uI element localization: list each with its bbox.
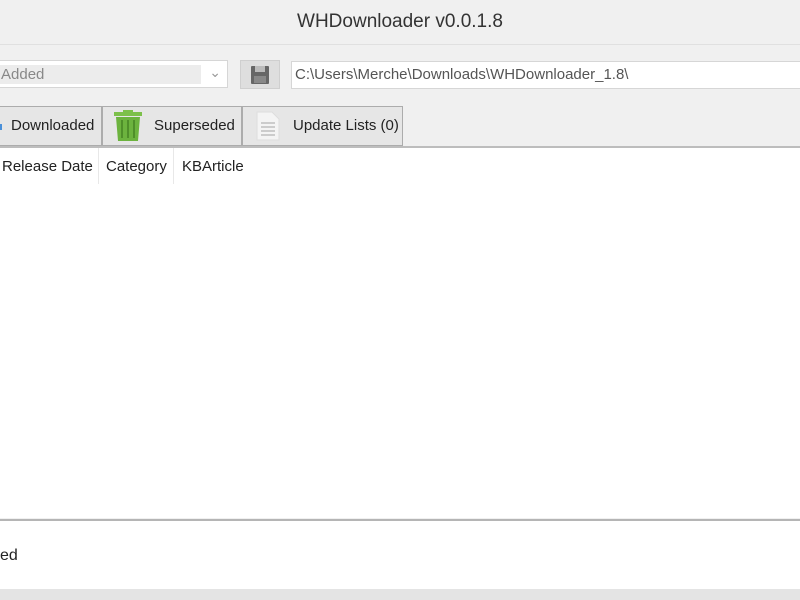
filter-value: Added (0, 65, 201, 84)
trash-icon (114, 110, 142, 141)
filter-dropdown[interactable]: Added ⌄ (0, 60, 228, 88)
window-title: WHDownloader v0.0.1.8 (0, 0, 800, 45)
document-icon (256, 111, 280, 141)
tab-update-lists[interactable]: Update Lists (0) (242, 106, 403, 146)
floppy-disk-icon (251, 66, 269, 84)
tab-label: Update Lists (0) (293, 117, 399, 134)
column-release-date[interactable]: Release Date (0, 148, 99, 184)
chevron-down-icon: ⌄ (209, 64, 221, 80)
download-path-field[interactable]: C:\Users\Merche\Downloads\WHDownloader_1… (291, 61, 800, 89)
tab-downloaded[interactable]: Downloaded (0, 106, 102, 146)
column-category[interactable]: Category (99, 148, 174, 184)
save-button[interactable] (240, 60, 280, 89)
status-text: ed (0, 547, 18, 564)
tab-superseded[interactable]: Superseded (102, 106, 242, 146)
column-kbarticle[interactable]: KBArticle (174, 148, 264, 184)
updates-list[interactable]: Release Date Category KBArticle (0, 146, 800, 518)
bottom-bar (0, 589, 800, 600)
status-panel: ed (0, 519, 800, 589)
download-icon (0, 124, 2, 130)
tab-label: Superseded (154, 117, 235, 134)
tab-label: Downloaded (11, 117, 95, 134)
